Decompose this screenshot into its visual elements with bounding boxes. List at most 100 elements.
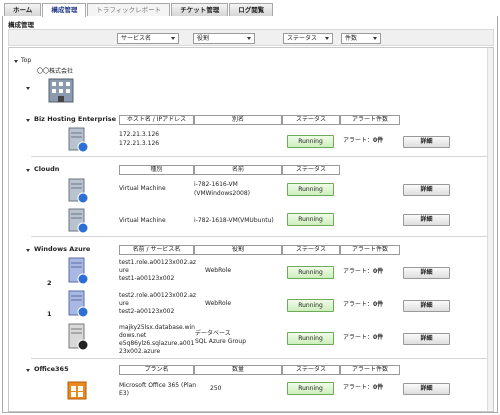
alert-count: アラート：0件: [343, 137, 383, 145]
instance-count: 2: [47, 279, 52, 287]
column-header: 役割: [194, 245, 282, 255]
quantity: 250: [210, 385, 222, 392]
column-header: ホスト名 / IPアドレス: [119, 115, 194, 125]
alert-label: アラート：: [343, 384, 374, 391]
vm-name: i-782-1618-VM(VMUbuntu): [194, 217, 274, 224]
chevron-down-icon: [171, 37, 175, 40]
server-icon: [68, 178, 89, 204]
count-filter-label: 件数: [345, 35, 358, 42]
chevron-down-icon: [373, 37, 377, 40]
role-type: データベース: [195, 330, 231, 337]
role-filter-select[interactable]: 役割: [193, 33, 255, 44]
vm-name: i-782-1616-VM: [194, 181, 238, 188]
company-name: 〇〇株式会社: [37, 68, 74, 75]
column-header: プラン名: [119, 365, 194, 375]
alert-value: 0件: [373, 334, 384, 341]
tab-configuration[interactable]: 構成管理: [42, 3, 87, 17]
server-icon: [68, 257, 89, 285]
host-ip-alt: 172.21.3.126: [119, 140, 160, 147]
expand-arrow-icon[interactable]: [26, 87, 30, 90]
service-name: test2-a00123x002: [119, 308, 175, 315]
status-filter-select[interactable]: ステータス: [283, 33, 333, 44]
group-cloudn[interactable]: Cloudn: [34, 165, 59, 173]
status-filter-label: ステータス: [287, 35, 318, 42]
detail-button[interactable]: 詳細: [403, 383, 450, 395]
server-icon: [68, 127, 89, 153]
role-type: WebRole: [205, 300, 232, 307]
count-filter-select[interactable]: 件数: [341, 33, 381, 44]
service-filter-select[interactable]: サービス名: [117, 33, 179, 44]
tab-ticket[interactable]: チケット管理: [171, 3, 229, 16]
instance-count: 1: [47, 310, 52, 318]
database-server-icon: [68, 323, 89, 351]
vm-type: Virtual Machine: [119, 217, 166, 224]
expand-arrow-icon[interactable]: [26, 369, 30, 372]
alert-value: 0件: [373, 384, 384, 391]
vm-alias: (VMWindows2008): [194, 190, 251, 197]
expand-arrow-icon[interactable]: [26, 169, 30, 172]
column-header: アラート件数: [340, 245, 400, 255]
group-biz-hosting[interactable]: Biz Hosting Enterprise: [34, 115, 116, 123]
status-badge: Running: [287, 266, 334, 279]
vertical-scrollbar[interactable]: [487, 48, 493, 411]
service-name: test1-a00123x002: [119, 275, 175, 282]
expand-arrow-icon[interactable]: [14, 60, 18, 63]
column-header: アラート件数: [340, 115, 400, 125]
page-title: 構成管理: [8, 21, 34, 29]
role-name-cont: ure: [119, 267, 129, 274]
db-host-cont: dows.net: [119, 332, 147, 339]
tab-home[interactable]: ホーム: [4, 3, 42, 16]
column-header: ステータス: [282, 365, 340, 375]
status-badge: Running: [287, 382, 334, 395]
role-name-cont: ure: [119, 300, 129, 307]
role-filter-label: 役割: [197, 35, 210, 42]
group-windows-azure[interactable]: Windows Azure: [34, 245, 90, 253]
alert-label: アラート：: [343, 334, 374, 341]
office-logo-icon: [67, 381, 87, 400]
vm-type: Virtual Machine: [119, 185, 166, 192]
detail-button[interactable]: 詳細: [403, 184, 450, 196]
detail-button[interactable]: 詳細: [403, 333, 450, 345]
main-tabs: ホーム 構成管理 トラフィックレポート チケット管理 ログ閲覧: [4, 3, 274, 17]
role-name: test1.role.a00123x002.az: [119, 259, 197, 266]
detail-button[interactable]: 詳細: [403, 300, 450, 312]
column-header: ステータス: [282, 165, 340, 175]
tab-log[interactable]: ログ閲覧: [229, 3, 274, 16]
alert-label: アラート：: [343, 137, 374, 144]
divider: [31, 358, 487, 359]
column-header: アラート件数: [340, 365, 400, 375]
expand-arrow-icon[interactable]: [26, 249, 30, 252]
status-badge: Running: [287, 135, 334, 148]
role-name: test2.role.a00123x002.az: [119, 292, 197, 299]
db-host: majky25lsx.database.win: [119, 324, 195, 331]
tab-traffic-report[interactable]: トラフィックレポート: [87, 3, 171, 16]
tree-root[interactable]: Top: [21, 57, 31, 65]
status-badge: Running: [287, 213, 334, 226]
server-icon: [68, 290, 89, 318]
alert-value: 0件: [373, 268, 384, 275]
status-badge: Running: [287, 183, 334, 196]
plan-name: Microsoft Office 365 (Plan: [119, 382, 197, 389]
alert-label: アラート：: [343, 268, 374, 275]
host-ip: 172.21.3.126: [119, 131, 160, 138]
chevron-down-icon: [247, 37, 251, 40]
detail-button[interactable]: 詳細: [403, 136, 450, 148]
column-header: 名前 / サービス名: [119, 245, 194, 255]
alert-value: 0件: [373, 301, 384, 308]
status-badge: Running: [287, 299, 334, 312]
alert-count: アラート：0件: [343, 268, 383, 276]
plan-name-cont: E3): [119, 390, 129, 397]
tree-panel: Top 〇〇株式会社 Biz Hosting Enterprise ホスト名 /…: [8, 47, 494, 412]
chevron-down-icon: [325, 37, 329, 40]
role-type: WebRole: [205, 267, 232, 274]
column-header: 別名: [194, 115, 282, 125]
db-service-cont: 23x002.azure: [119, 348, 161, 355]
expand-arrow-icon[interactable]: [26, 119, 30, 122]
column-header: ステータス: [282, 245, 340, 255]
divider: [31, 156, 487, 157]
detail-button[interactable]: 詳細: [403, 214, 450, 226]
group-office365[interactable]: Office365: [34, 365, 69, 373]
db-service: e5q86ylz6.sqlazure.a001: [119, 340, 195, 347]
server-icon: [68, 208, 89, 234]
detail-button[interactable]: 詳細: [403, 267, 450, 279]
